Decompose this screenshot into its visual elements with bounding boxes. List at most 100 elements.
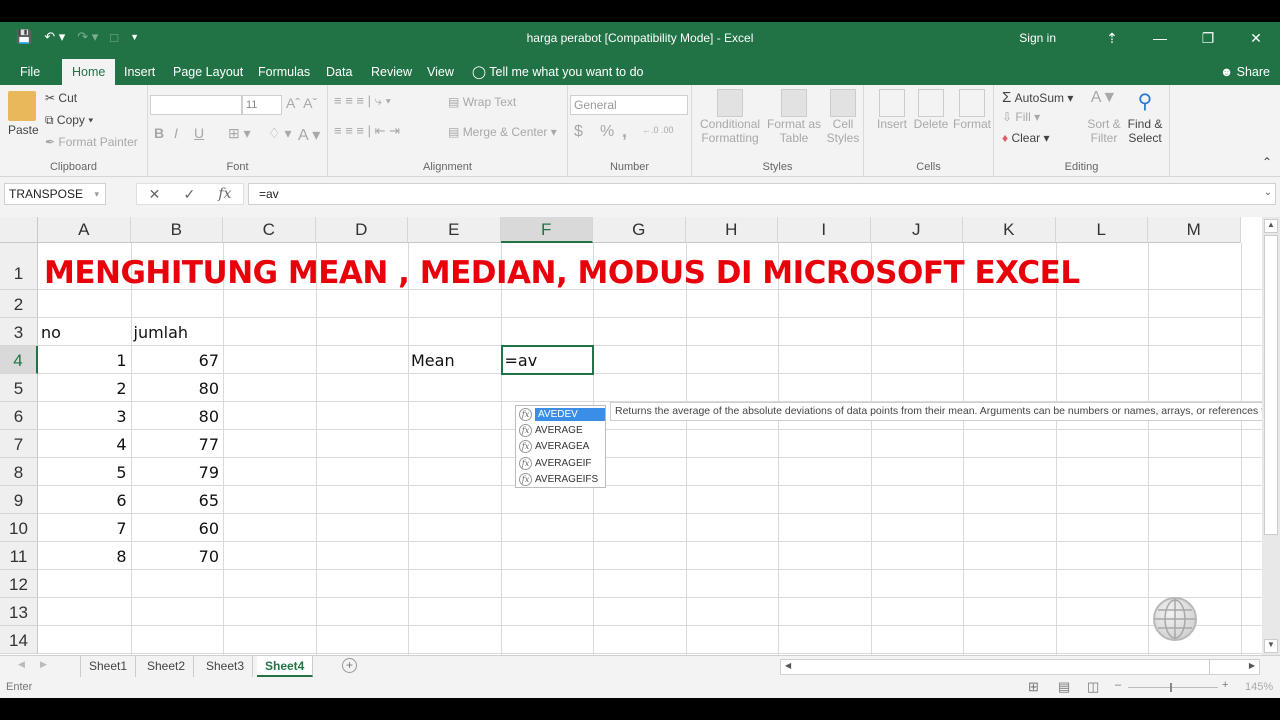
row-header-7[interactable]: 7 (0, 430, 38, 458)
zoom-out-icon[interactable]: – (1115, 679, 1121, 691)
autocomplete-item-avedev[interactable]: fx AVEDEV (516, 406, 605, 422)
column-header-j[interactable]: J (870, 217, 963, 243)
percent-button[interactable]: % (600, 123, 614, 141)
grow-font-icon[interactable]: Aˆ Aˇ (286, 95, 317, 111)
add-sheet-icon[interactable]: + (342, 658, 357, 673)
format-cells-button[interactable]: Format (952, 89, 992, 131)
row-header-12[interactable]: 12 (0, 570, 38, 598)
prev-sheet-icon[interactable]: ◀ (18, 659, 25, 670)
scroll-thumb[interactable] (1264, 235, 1278, 535)
tab-insert[interactable]: Insert (116, 59, 163, 85)
scroll-up-icon[interactable]: ▲ (1264, 219, 1278, 233)
vertical-scrollbar[interactable]: ▲ ▼ (1262, 217, 1280, 655)
cell-no[interactable]: 7 (38, 519, 126, 538)
row-header-11[interactable]: 11 (0, 542, 38, 570)
tab-formulas[interactable]: Formulas (250, 59, 318, 85)
sort-filter-button[interactable]: A▼ Sort & Filter (1084, 89, 1124, 145)
cell-jumlah[interactable]: 80 (131, 407, 219, 426)
tab-file[interactable]: File (12, 59, 48, 85)
cell-no[interactable]: 4 (38, 435, 126, 454)
horizontal-align-icons[interactable]: ≡ ≡ ≡ | ⇤ ⇥ (334, 123, 400, 139)
cell-a3[interactable]: no (41, 323, 61, 342)
copy-button[interactable]: ⧉ Copy ▾ (45, 113, 93, 128)
zoom-in-icon[interactable]: + (1222, 679, 1228, 691)
sheet-tab-sheet2[interactable]: Sheet2 (139, 656, 195, 677)
cell-jumlah[interactable]: 79 (131, 463, 219, 482)
cell-no[interactable]: 3 (38, 407, 126, 426)
insert-cells-button[interactable]: Insert (874, 89, 910, 131)
row-header-3[interactable]: 3 (0, 318, 38, 346)
row-header-9[interactable]: 9 (0, 486, 38, 514)
ribbon-display-options-icon[interactable]: ⇡ (1088, 30, 1136, 47)
horizontal-scrollbar[interactable]: ◀ ▶ (780, 659, 1260, 675)
currency-button[interactable]: $ (574, 123, 583, 141)
column-header-f[interactable]: F (500, 217, 593, 243)
normal-view-icon[interactable]: ⊞ (1028, 679, 1039, 695)
font-name-box[interactable] (150, 95, 242, 115)
zoom-slider-handle[interactable] (1170, 683, 1172, 692)
collapse-ribbon-icon[interactable]: ⌃ (1262, 155, 1272, 169)
scroll-down-icon[interactable]: ▼ (1264, 639, 1278, 653)
column-header-e[interactable]: E (408, 217, 501, 243)
expand-formula-icon[interactable]: ⌄ (1264, 187, 1272, 198)
cell-jumlah[interactable]: 80 (131, 379, 219, 398)
row-header-10[interactable]: 10 (0, 514, 38, 542)
conditional-formatting-button[interactable]: Conditional Formatting (700, 89, 760, 145)
row-header-4[interactable]: 4 (0, 346, 38, 374)
formula-input[interactable]: =av (248, 183, 1276, 205)
column-header-l[interactable]: L (1055, 217, 1148, 243)
zoom-slider[interactable] (1128, 683, 1218, 692)
share-button[interactable]: ☻ Share (1220, 59, 1270, 85)
autosum-button[interactable]: Σ AutoSum ▾ (1002, 89, 1073, 106)
column-header-m[interactable]: M (1148, 217, 1241, 243)
column-header-h[interactable]: H (685, 217, 778, 243)
minimize-icon[interactable]: — (1136, 30, 1184, 46)
paste-button[interactable]: Paste (8, 123, 39, 137)
autocomplete-item-averageifs[interactable]: fx AVERAGEIFS (516, 472, 605, 488)
close-icon[interactable]: ✕ (1232, 30, 1280, 47)
clear-button[interactable]: ♦ Clear ▾ (1002, 131, 1050, 145)
fill-color-icon[interactable]: ♢ ▾ (268, 125, 291, 142)
autocomplete-item-averageif[interactable]: fx AVERAGEIF (516, 455, 605, 471)
select-all-corner[interactable] (0, 217, 38, 243)
scroll-left-icon[interactable]: ◀ (785, 661, 791, 670)
cancel-icon[interactable]: ✕ (149, 186, 161, 203)
row-header-6[interactable]: 6 (0, 402, 38, 430)
format-as-table-button[interactable]: Format as Table (766, 89, 822, 145)
sheet-tab-sheet1[interactable]: Sheet1 (80, 656, 137, 677)
cell-jumlah[interactable]: 67 (131, 351, 219, 370)
cell-styles-button[interactable]: Cell Styles (824, 89, 862, 145)
cell-jumlah[interactable]: 70 (131, 547, 219, 566)
page-break-view-icon[interactable]: ◫ (1087, 679, 1099, 695)
wrap-text-button[interactable]: ▤ Wrap Text (448, 95, 516, 109)
column-header-k[interactable]: K (963, 217, 1056, 243)
tab-review[interactable]: Review (363, 59, 420, 85)
comma-button[interactable]: , (622, 121, 627, 142)
cut-button[interactable]: ✂ Cut (45, 91, 77, 105)
row-header-13[interactable]: 13 (0, 598, 38, 626)
row-header-2[interactable]: 2 (0, 290, 38, 318)
borders-icon[interactable]: ⊞ ▾ (228, 125, 251, 142)
font-color-icon[interactable]: A ▾ (298, 125, 320, 145)
page-layout-view-icon[interactable]: ▤ (1058, 679, 1070, 695)
column-header-c[interactable]: C (223, 217, 316, 243)
paste-icon[interactable] (8, 91, 36, 121)
cell-no[interactable]: 5 (38, 463, 126, 482)
name-box[interactable]: TRANSPOSE ▾ (4, 183, 106, 205)
tab-view[interactable]: View (419, 59, 462, 85)
sheet-tab-sheet3[interactable]: Sheet3 (198, 656, 254, 677)
scroll-right-icon[interactable]: ▶ (1249, 661, 1255, 670)
zoom-level[interactable]: 145% (1245, 681, 1273, 693)
row-header-1[interactable]: 1 (0, 243, 38, 290)
cell-no[interactable]: 8 (38, 547, 126, 566)
row-header-5[interactable]: 5 (0, 374, 38, 402)
tab-page-layout[interactable]: Page Layout (165, 59, 251, 85)
cell-jumlah[interactable]: 65 (131, 491, 219, 510)
fill-button[interactable]: ⇩ Fill ▾ (1002, 110, 1040, 124)
sign-in-link[interactable]: Sign in (1019, 31, 1056, 45)
insert-function-icon[interactable]: fx (218, 186, 231, 202)
column-header-a[interactable]: A (38, 217, 131, 243)
bold-button[interactable]: B (154, 125, 164, 141)
row-header-14[interactable]: 14 (0, 626, 38, 654)
tell-me-box[interactable]: ◯ Tell me what you want to do (472, 59, 644, 85)
